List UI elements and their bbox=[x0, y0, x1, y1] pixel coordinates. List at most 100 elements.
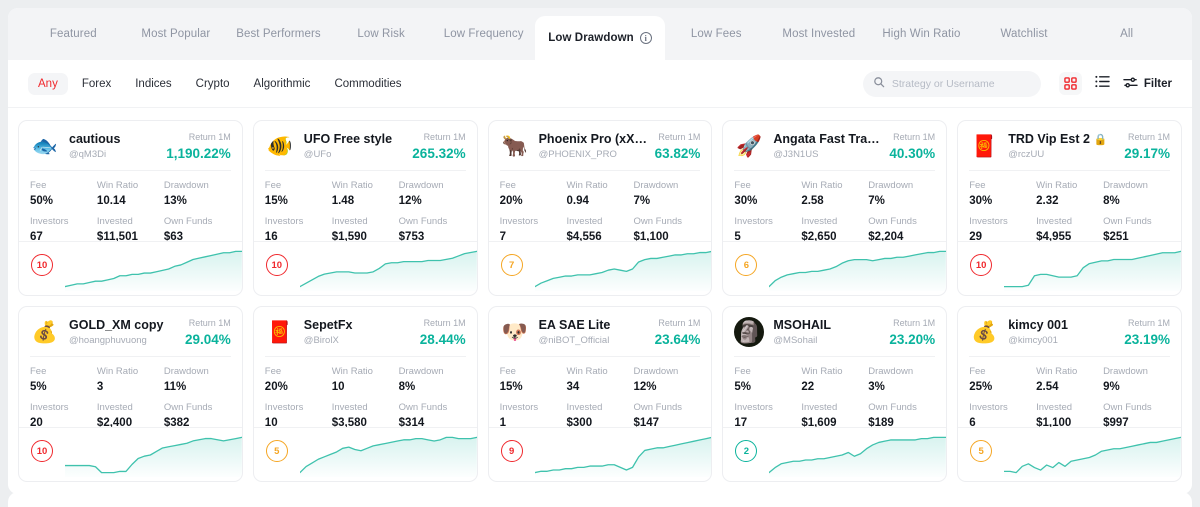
stat-own-funds: Own Funds $251 bbox=[1103, 216, 1170, 243]
performance-chart: 5 bbox=[253, 427, 477, 481]
stat-label: Invested bbox=[96, 402, 133, 413]
search-icon bbox=[873, 75, 885, 93]
stat-value: 3 bbox=[96, 381, 104, 393]
risk-score-badge: 10 bbox=[970, 254, 993, 276]
avatar: 🗿 bbox=[734, 317, 765, 347]
return-label: Return 1M bbox=[893, 318, 936, 328]
tab-label: Low Frequency bbox=[443, 28, 524, 40]
stats-row: Investors 7 Invested $4,556 Own Funds $1,100 bbox=[500, 216, 701, 243]
tab-all[interactable]: All bbox=[1075, 8, 1178, 60]
stat-value: 20% bbox=[499, 195, 523, 207]
identity: cautious @qM3Di bbox=[69, 131, 166, 160]
performance-chart: 6 bbox=[723, 241, 947, 295]
stats-row: Fee 30% Win Ratio 2.58 Drawdown 7% bbox=[734, 180, 935, 207]
view-controls: Filter bbox=[1058, 72, 1172, 95]
strategy-card[interactable]: 🧧 TRD Vip Est 2 🔒 @rczUU Return 1M 29.17% Fee 3… bbox=[957, 120, 1182, 296]
tab-low-risk[interactable]: Low Risk bbox=[330, 8, 433, 60]
filter-bar: Any Forex Indices Crypto Algorithmic Commodit… bbox=[8, 60, 1192, 108]
stat-label: Investors bbox=[499, 402, 539, 413]
stat-label: Own Funds bbox=[868, 216, 917, 227]
stat-label: Invested bbox=[566, 402, 603, 413]
strategy-card[interactable]: 🐠 UFO Free style @UFo Return 1M 265.32% Fee 15… bbox=[252, 120, 478, 296]
stat-value: 8% bbox=[1103, 195, 1120, 207]
tab-featured[interactable]: Featured bbox=[22, 8, 125, 60]
strategy-card[interactable]: 🐂 Phoenix Pro (xX… @PHOENIX_PRO Return 1M 63… bbox=[487, 120, 713, 296]
strategy-card[interactable]: 💰 GOLD_XM copy @hoangphuvuong Return 1M 29.0… bbox=[18, 306, 243, 482]
tab-low-drawdown[interactable]: Low Drawdown i bbox=[534, 16, 665, 60]
list-view-icon[interactable] bbox=[1095, 75, 1110, 93]
stat-label: Drawdown bbox=[398, 180, 444, 191]
risk-score-badge: 10 bbox=[31, 254, 53, 276]
stat-win-ratio: Win Ratio 2.58 bbox=[801, 180, 868, 207]
strategy-card[interactable]: 🐟 cautious @qM3Di Return 1M 1,190.22% Fee 50% W… bbox=[18, 120, 243, 296]
strategy-card[interactable]: 🚀 Angata Fast Tra… @J3N1US Return 1M 40.30% F… bbox=[722, 120, 948, 296]
strategy-card[interactable]: 🗿 MSOHAIL @MSohail Return 1M 23.20% Fee 5% Win … bbox=[722, 306, 948, 482]
market-chip-indices[interactable]: Indices bbox=[125, 73, 181, 95]
card-header: 🧧 SepetFx @BirolX Return 1M 28.44% bbox=[265, 317, 466, 356]
stat-label: Win Ratio bbox=[331, 366, 373, 377]
stat-fee: Fee 20% bbox=[265, 366, 332, 393]
username: @MSohail bbox=[773, 335, 818, 346]
stat-label: Fee bbox=[969, 366, 986, 377]
performance-chart: 10 bbox=[253, 241, 477, 295]
performance-chart: 9 bbox=[488, 427, 712, 481]
stat-fee: Fee 30% bbox=[969, 180, 1036, 207]
market-chip-forex[interactable]: Forex bbox=[72, 73, 121, 95]
stat-investors: Investors 17 bbox=[734, 402, 801, 429]
search-input[interactable] bbox=[891, 77, 1031, 90]
return-value: 63.82% bbox=[654, 146, 701, 161]
strategy-card[interactable]: 💰 kimcy 001 @kimcy001 Return 1M 23.19% Fee 25%… bbox=[957, 306, 1182, 482]
stat-value: 10.14 bbox=[96, 195, 126, 207]
stat-value: 22 bbox=[801, 381, 815, 393]
filter-button[interactable]: Filter bbox=[1123, 76, 1172, 92]
page-bottom-panel bbox=[8, 492, 1192, 507]
stats-block: Fee 20% Win Ratio 10 Drawdown 8% Investors 10 In… bbox=[265, 357, 466, 429]
stat-drawdown: Drawdown 3% bbox=[868, 366, 935, 393]
strategy-name-row: Angata Fast Tra… bbox=[773, 132, 889, 146]
strategy-card[interactable]: 🧧 SepetFx @BirolX Return 1M 28.44% Fee 20% Win … bbox=[252, 306, 478, 482]
tab-most-invested[interactable]: Most Invested bbox=[768, 8, 871, 60]
market-chip-crypto[interactable]: Crypto bbox=[186, 73, 240, 95]
tab-watchlist[interactable]: Watchlist bbox=[973, 8, 1076, 60]
stat-label: Drawdown bbox=[163, 180, 209, 191]
stat-label: Invested bbox=[96, 216, 133, 227]
sparkline bbox=[769, 247, 947, 291]
stat-drawdown: Drawdown 12% bbox=[399, 180, 466, 207]
stat-label: Own Funds bbox=[398, 402, 448, 413]
username: @PHOENIX_PRO bbox=[538, 149, 617, 160]
tab-label: Most Invested bbox=[782, 28, 856, 40]
stat-value: 9% bbox=[1103, 381, 1120, 393]
return-value: 265.32% bbox=[412, 146, 466, 161]
stat-label: Invested bbox=[801, 402, 838, 413]
strategy-card[interactable]: 🐶 EA SAE Lite @niBOT_Official Return 1M 23.6… bbox=[487, 306, 713, 482]
avatar: 💰 bbox=[971, 319, 998, 344]
tab-label: All bbox=[1120, 28, 1134, 40]
stat-invested: Invested $11,501 bbox=[97, 216, 164, 243]
tab-high-win-ratio[interactable]: High Win Ratio bbox=[870, 8, 973, 60]
strategy-name-row: EA SAE Lite bbox=[539, 318, 655, 332]
stat-label: Own Funds bbox=[398, 216, 448, 227]
stat-own-funds: Own Funds $314 bbox=[399, 402, 466, 429]
username: @niBOT_Official bbox=[538, 335, 610, 346]
grid-view-icon[interactable] bbox=[1058, 72, 1082, 95]
tab-low-frequency[interactable]: Low Frequency bbox=[432, 8, 535, 60]
stat-label: Investors bbox=[264, 402, 304, 413]
tab-most-popular[interactable]: Most Popular bbox=[125, 8, 228, 60]
stat-invested: Invested $4,556 bbox=[567, 216, 634, 243]
search-box[interactable] bbox=[862, 70, 1041, 97]
strategy-name-row: cautious bbox=[69, 132, 166, 146]
stat-fee: Fee 15% bbox=[265, 180, 332, 207]
tab-low-fees[interactable]: Low Fees bbox=[665, 8, 768, 60]
market-chip-any[interactable]: Any bbox=[28, 72, 68, 95]
tab-best-performers[interactable]: Best Performers bbox=[227, 8, 330, 60]
info-icon[interactable]: i bbox=[639, 32, 652, 44]
stat-own-funds: Own Funds $2,204 bbox=[868, 216, 935, 243]
stat-label: Investors bbox=[969, 216, 1008, 227]
stat-invested: Invested $1,609 bbox=[801, 402, 868, 429]
return-label: Return 1M bbox=[423, 132, 466, 142]
stat-label: Drawdown bbox=[398, 366, 444, 377]
return-value: 28.44% bbox=[419, 332, 466, 347]
market-chip-algorithmic[interactable]: Algorithmic bbox=[244, 73, 321, 95]
market-chip-commodities[interactable]: Commodities bbox=[324, 73, 411, 95]
card-header: 💰 GOLD_XM copy @hoangphuvuong Return 1M 29.0… bbox=[30, 317, 231, 356]
